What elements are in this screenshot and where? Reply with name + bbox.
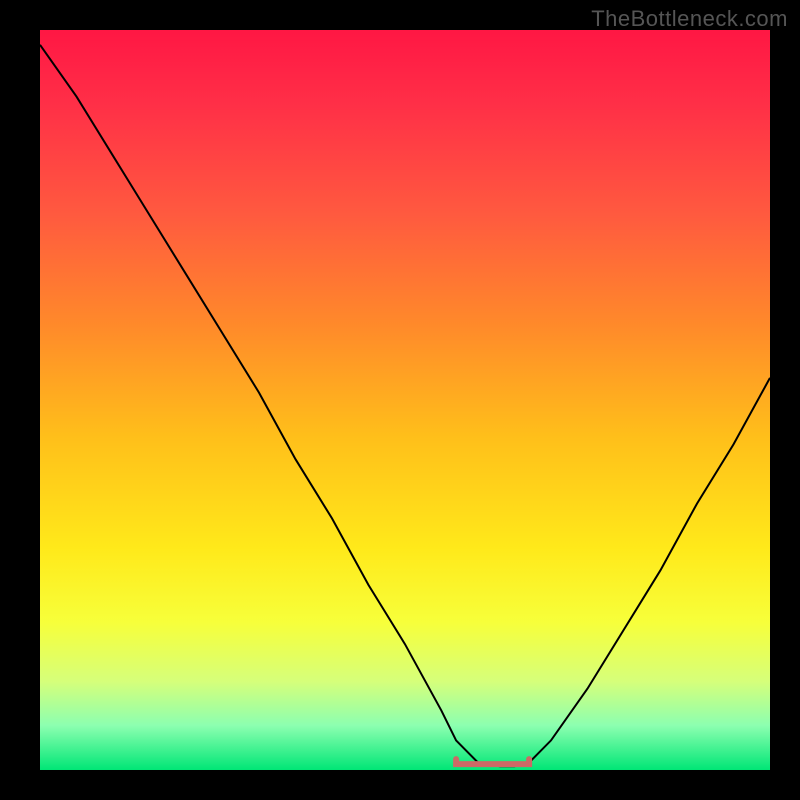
- chart-frame: TheBottleneck.com: [0, 0, 800, 800]
- watermark-text: TheBottleneck.com: [591, 6, 788, 32]
- bottleneck-chart: [0, 0, 800, 800]
- plot-background: [40, 30, 770, 770]
